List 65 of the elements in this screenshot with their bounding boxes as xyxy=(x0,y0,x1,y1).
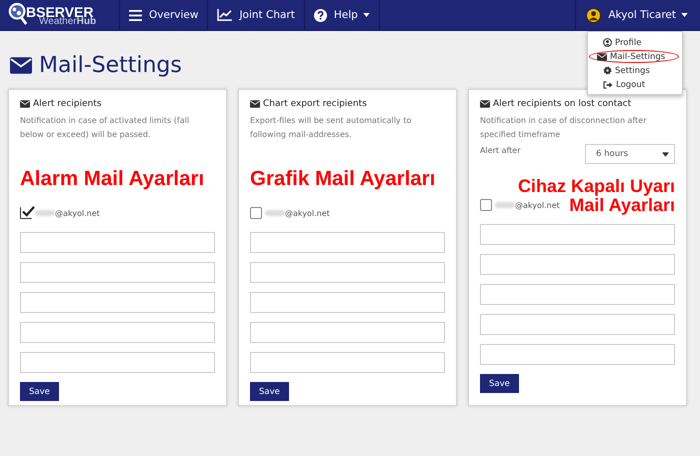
checkbox[interactable] xyxy=(20,207,32,219)
email-input-field[interactable] xyxy=(250,292,445,313)
email-input-field[interactable] xyxy=(480,344,675,365)
redacted-text xyxy=(265,210,285,216)
dropdown-item[interactable]: Settings xyxy=(591,64,679,77)
page-title: Mail-Settings xyxy=(39,52,182,78)
redacted-text xyxy=(35,210,55,216)
card-title: Alert recipients xyxy=(33,99,102,109)
email-input-field[interactable] xyxy=(250,232,445,253)
save-button[interactable]: Save xyxy=(20,382,59,401)
nav-link[interactable]: Overview xyxy=(119,0,208,30)
card-description: Notification in case of disconnection after specified timeframe xyxy=(480,115,648,141)
save-button[interactable]: Save xyxy=(250,382,289,401)
line-chart-icon xyxy=(217,9,232,21)
nav-link[interactable]: Help xyxy=(304,0,380,30)
email-input-field[interactable] xyxy=(20,352,215,373)
save-button[interactable]: Save xyxy=(480,374,519,393)
annotation-text: Mail Ayarları xyxy=(569,195,675,216)
annotation-text: Cihaz Kapalı Uyarı xyxy=(518,175,675,197)
checkbox[interactable] xyxy=(250,207,262,219)
email-input-field[interactable] xyxy=(20,322,215,343)
sign-out-icon xyxy=(603,80,613,88)
magnifier-logo-icon xyxy=(8,2,28,26)
envelope-icon xyxy=(597,52,607,60)
dropdown-item[interactable]: Mail-Settings xyxy=(589,50,679,63)
dropdown-item[interactable]: Profile xyxy=(591,36,679,49)
help-icon xyxy=(314,8,327,22)
nav-link[interactable]: Joint Chart xyxy=(207,0,304,30)
email-input-field[interactable] xyxy=(20,292,215,313)
redacted-text xyxy=(495,202,515,208)
alert-after-select[interactable]: 6 hours xyxy=(585,144,675,164)
email-input-field[interactable] xyxy=(250,322,445,343)
email-input-field[interactable] xyxy=(250,262,445,283)
card-title: Alert recipients on lost contact xyxy=(493,99,632,109)
card-description: Notification in case of activated limits (fall below or exceed) will be passed. xyxy=(20,115,190,141)
envelope-icon xyxy=(480,100,490,108)
dropdown-item[interactable]: Logout xyxy=(591,78,679,91)
email-input-field[interactable] xyxy=(20,262,215,283)
email-input-field[interactable] xyxy=(480,224,675,245)
email-input-field[interactable] xyxy=(480,314,675,335)
alert-after-label: Alert after xyxy=(480,146,521,155)
email-input-field[interactable] xyxy=(480,254,675,275)
envelope-icon xyxy=(20,100,30,108)
envelope-icon xyxy=(250,100,260,108)
email-input-field[interactable] xyxy=(480,284,675,305)
envelope-icon xyxy=(10,56,32,74)
user-menu-toggle[interactable]: Akyol Ticaret xyxy=(575,0,700,30)
email-input-field[interactable] xyxy=(250,352,445,373)
user-avatar-icon xyxy=(586,8,602,22)
recipient-email: @akyol.net xyxy=(515,200,560,210)
recipient-email: @akyol.net xyxy=(285,208,330,218)
card-description: Export-files will be sent automatically to following mail-addresses. xyxy=(250,115,412,141)
recipient-email: @akyol.net xyxy=(55,208,100,218)
gear-icon xyxy=(603,66,612,75)
email-input-field[interactable] xyxy=(20,232,215,253)
user-icon xyxy=(603,38,612,47)
caret-icon xyxy=(681,13,688,17)
card-title: Chart export recipients xyxy=(263,99,367,109)
logo-title: BSERVER xyxy=(26,5,94,19)
logo-subtitle: WeatherHub xyxy=(39,17,98,27)
caret-icon xyxy=(662,152,669,156)
annotation-text: Grafik Mail Ayarları xyxy=(250,167,436,191)
checkbox[interactable] xyxy=(480,199,492,211)
menu-icon xyxy=(129,10,142,20)
annotation-text: Alarm Mail Ayarları xyxy=(20,167,204,191)
